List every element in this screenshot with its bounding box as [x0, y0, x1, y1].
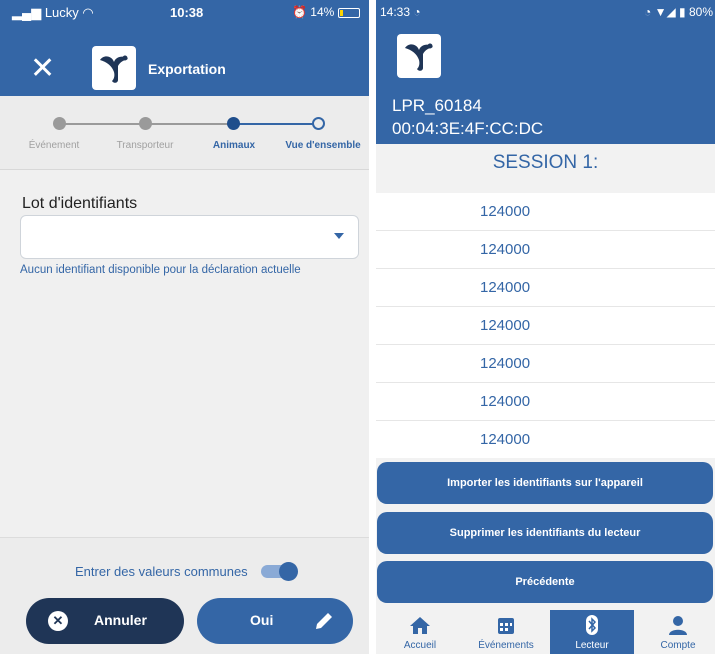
id-value: 124000 — [480, 393, 531, 410]
step-label-transporteur[interactable]: Transporteur — [117, 140, 174, 151]
step-connector — [233, 123, 318, 125]
battery-percent: 80% — [688, 5, 713, 19]
step-connector — [145, 123, 233, 125]
app-header — [376, 28, 715, 92]
session-title: SESSION 1: — [492, 152, 599, 173]
page-title: Exportation — [148, 61, 226, 77]
status-bar: 14:33 ◔ ◔ ▼◢ ▮ 80% — [376, 0, 715, 28]
step-dot-todo — [312, 117, 325, 130]
confirm-button[interactable]: Oui — [197, 598, 353, 644]
id-value: 124000 — [480, 203, 531, 220]
status-time: 14:33 ◔ — [380, 5, 421, 19]
step-connector — [60, 123, 145, 125]
toggle-label: Entrer des valeurs communes — [75, 564, 248, 579]
step-label-vue-ensemble[interactable]: Vue d'ensemble — [285, 140, 360, 151]
user-icon — [669, 616, 687, 635]
id-value: 124000 — [480, 241, 531, 258]
battery-indicator: ⏰ 14% — [292, 5, 360, 19]
nav-label: Accueil — [403, 640, 437, 651]
id-lot-select[interactable] — [20, 215, 359, 259]
device-mac: 00:04:3E:4F:CC:DC — [392, 119, 544, 138]
confirm-label: Oui — [250, 612, 274, 628]
id-value: 124000 — [480, 317, 531, 334]
nav-label: Événements — [478, 640, 534, 651]
field-label: Lot d'identifiants — [22, 195, 138, 212]
device-name: LPR_60184 — [392, 96, 482, 115]
helper-text: Aucun identifiant disponible pour la déc… — [20, 264, 301, 276]
id-value: 124000 — [480, 431, 531, 448]
status-time: 10:38 — [170, 5, 204, 20]
list-item: 124000 — [376, 231, 715, 269]
list-item: 124000 — [376, 383, 715, 421]
stepper: Événement Transporteur Animaux Vue d'ens… — [0, 96, 369, 170]
status-bar: ▂▄▆ Lucky ◠ 10:38 ⏰ 14% — [0, 0, 369, 44]
list-item: 124000 — [376, 345, 715, 383]
id-value: 124000 — [480, 279, 531, 296]
toggle-knob — [279, 562, 298, 581]
list-item: 124000 — [376, 269, 715, 307]
nav-compte[interactable]: Compte — [636, 610, 715, 654]
previous-button[interactable]: Précédente — [377, 561, 713, 603]
app-logo — [92, 46, 136, 90]
right-screen: 14:33 ◔ ◔ ▼◢ ▮ 80% LPR_60184 00:04:3E:4F… — [376, 0, 715, 654]
cancel-label: Annuler — [94, 612, 147, 628]
close-icon[interactable]: ✕ — [30, 51, 55, 87]
calendar-icon — [498, 618, 514, 634]
step-dot-done — [53, 117, 66, 130]
list-item: 124000 — [376, 193, 715, 231]
nav-accueil[interactable]: Accueil — [378, 610, 462, 654]
delete-ids-button[interactable]: Supprimer les identifiants du lecteur — [377, 512, 713, 554]
carrier-name: Lucky — [44, 5, 79, 20]
bottom-bar: Entrer des valeurs communes ✕ Annuler Ou… — [0, 537, 369, 654]
id-list[interactable]: 124000 124000 124000 124000 124000 12400… — [376, 193, 715, 458]
status-time-value: 14:33 — [380, 5, 411, 19]
id-value: 124000 — [480, 355, 531, 372]
step-dot-current — [227, 117, 240, 130]
status-icons: ◔ ▼◢ ▮ 80% — [644, 5, 713, 19]
device-info: LPR_60184 00:04:3E:4F:CC:DC — [376, 92, 715, 144]
step-dot-done — [139, 117, 152, 130]
list-item: 124000 — [376, 307, 715, 345]
app-logo — [397, 34, 441, 78]
app-bar: ✕ Exportation — [0, 44, 369, 96]
left-screen: ▂▄▆ Lucky ◠ 10:38 ⏰ 14% ✕ Exportation Év… — [0, 0, 369, 654]
nav-label: Lecteur — [575, 640, 609, 651]
step-label-animaux[interactable]: Animaux — [213, 140, 255, 151]
home-icon — [410, 617, 430, 634]
close-circle-icon: ✕ — [48, 611, 68, 631]
nav-lecteur[interactable]: Lecteur — [550, 610, 634, 654]
nav-evenements[interactable]: Événements — [464, 610, 548, 654]
cancel-button[interactable]: ✕ Annuler — [26, 598, 184, 644]
battery-percent: 14% — [310, 5, 335, 19]
caret-down-icon — [334, 233, 344, 239]
step-label-evenement[interactable]: Événement — [29, 140, 80, 151]
nav-label: Compte — [660, 640, 696, 651]
battery-icon — [337, 7, 360, 18]
import-ids-button[interactable]: Importer les identifiants sur l'appareil — [377, 462, 713, 504]
bottom-nav: Accueil Événements Lecteur Compte — [376, 608, 715, 654]
pencil-icon — [316, 613, 332, 629]
bluetooth-icon — [586, 615, 598, 635]
common-values-toggle[interactable] — [261, 562, 298, 581]
carrier-label: ▂▄▆ Lucky ◠ — [12, 5, 94, 20]
list-item: 124000 — [376, 421, 715, 458]
